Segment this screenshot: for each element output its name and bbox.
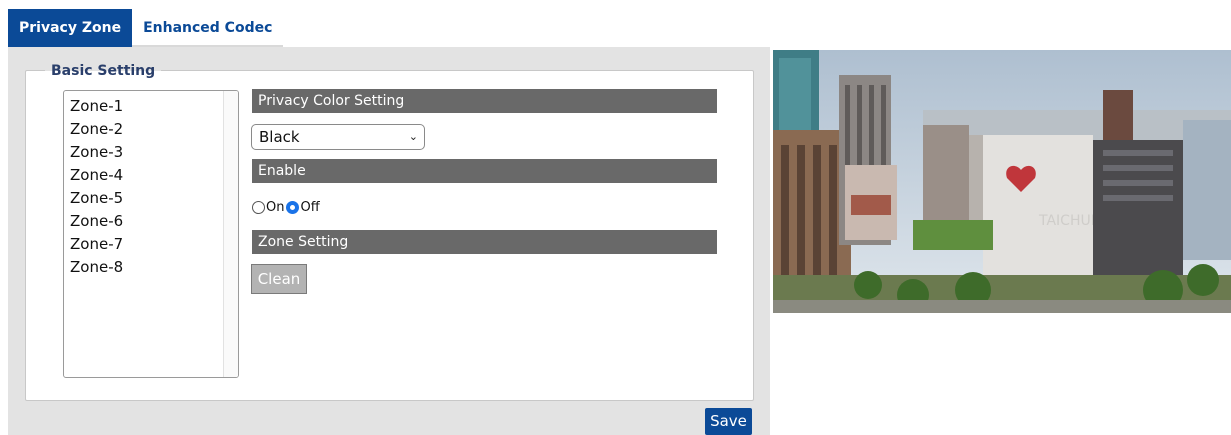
camera-preview[interactable]: TAICHUNG — [773, 50, 1231, 313]
enable-on-label[interactable]: On — [266, 200, 284, 215]
privacy-zone-page: Privacy Zone Enhanced Codec Basic Settin… — [0, 0, 1231, 435]
tab-enhanced-codec[interactable]: Enhanced Codec — [132, 9, 284, 47]
zone-item-8[interactable]: Zone-8 — [70, 256, 123, 279]
enable-off-radio[interactable] — [286, 200, 300, 214]
zone-item-1[interactable]: Zone-1 — [70, 95, 123, 118]
zone-item-3[interactable]: Zone-3 — [70, 141, 123, 164]
settings-panel: Basic Setting Zone-1 Zone-2 Zone-3 Zone-… — [8, 47, 770, 435]
chevron-down-icon: ⌄ — [408, 130, 418, 143]
basic-setting-legend: Basic Setting — [45, 63, 162, 79]
enable-radio-group: On Off — [252, 198, 322, 216]
zone-item-6[interactable]: Zone-6 — [70, 210, 123, 233]
zone-item-2[interactable]: Zone-2 — [70, 118, 123, 141]
zone-item-4[interactable]: Zone-4 — [70, 164, 123, 187]
privacy-color-value: Black — [259, 128, 300, 146]
enable-on-radio[interactable] — [252, 200, 265, 214]
zone-items: Zone-1 Zone-2 Zone-3 Zone-4 Zone-5 Zone-… — [70, 95, 123, 279]
enable-off-label[interactable]: Off — [300, 200, 319, 215]
zone-item-5[interactable]: Zone-5 — [70, 187, 123, 210]
tab-bar: Privacy Zone Enhanced Codec — [8, 9, 284, 47]
tab-privacy-zone[interactable]: Privacy Zone — [8, 9, 133, 47]
privacy-color-select[interactable]: Black ⌄ — [251, 124, 425, 150]
clean-button[interactable]: Clean — [251, 264, 307, 294]
save-button[interactable]: Save — [705, 408, 752, 435]
privacy-color-header: Privacy Color Setting — [252, 89, 717, 113]
zone-listbox[interactable]: Zone-1 Zone-2 Zone-3 Zone-4 Zone-5 Zone-… — [63, 90, 239, 378]
zone-setting-header: Zone Setting — [252, 230, 717, 254]
zone-list-scrollbar[interactable] — [223, 91, 238, 377]
enable-header: Enable — [252, 159, 717, 183]
camera-preview-image: TAICHUNG — [773, 50, 1231, 313]
zone-item-7[interactable]: Zone-7 — [70, 233, 123, 256]
